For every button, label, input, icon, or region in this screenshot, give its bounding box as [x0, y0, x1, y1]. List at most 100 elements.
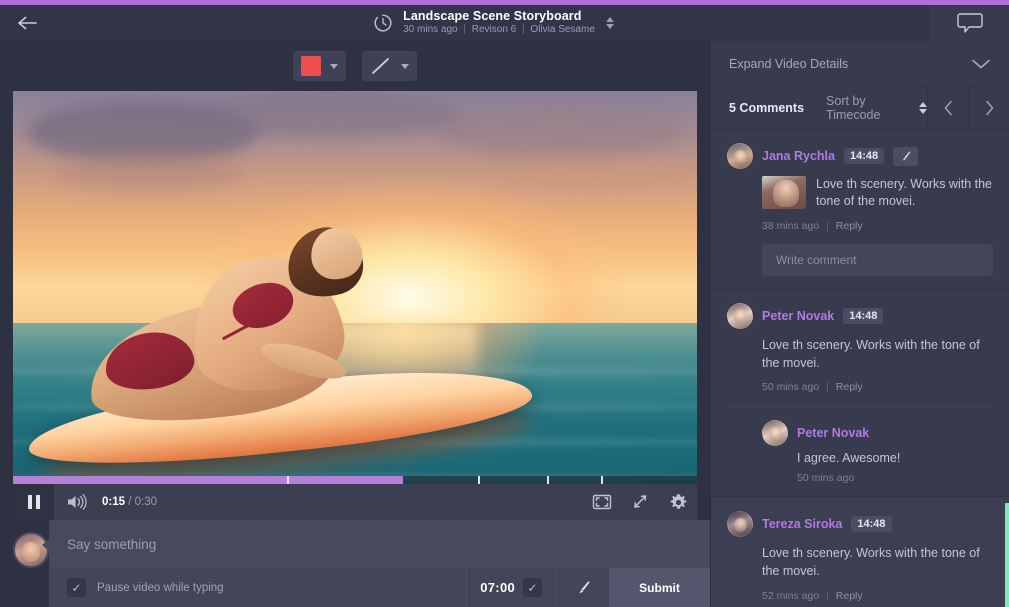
prev-comment-button[interactable] [927, 87, 968, 128]
resize-button[interactable] [621, 493, 659, 511]
document-meta: 30 mins ago | Revison 6 | Olivia Sesame [403, 25, 595, 36]
arrow-left-icon [18, 16, 37, 30]
pause-while-typing-label: Pause video while typing [97, 581, 224, 594]
submit-button[interactable]: Submit [609, 568, 710, 607]
comment-text: Love th scenery. Works with the tone of … [816, 177, 993, 209]
sort-arrows-icon [919, 101, 927, 114]
volume-button[interactable] [54, 493, 100, 511]
meta-separator: | [826, 219, 829, 232]
color-swatch [301, 56, 321, 76]
progress-tick [478, 476, 481, 484]
comment-author[interactable]: Tereza Siroka [762, 517, 842, 531]
sort-control[interactable]: Sort by Timecode [804, 87, 927, 128]
draw-button[interactable] [555, 568, 609, 607]
color-picker-button[interactable] [293, 51, 346, 81]
list-item[interactable]: Jana Rychla 14:48 Love th scenery. Works… [711, 129, 1009, 289]
top-bar: Landscape Scene Storyboard 30 mins ago |… [0, 5, 1009, 41]
video-canvas[interactable]: 0:15 / 0:30 [13, 91, 697, 520]
comment-text: Love th scenery. Works with the tone of … [762, 546, 980, 579]
comment-body: Love th scenery. Works with the tone of … [727, 176, 993, 211]
expand-video-details[interactable]: Expand Video Details [711, 41, 1009, 87]
write-comment-input[interactable]: Write comment [762, 243, 993, 276]
comment-meta: 38 mins ago | Reply [727, 220, 993, 232]
progress-fill [13, 476, 403, 484]
reply-link[interactable]: Reply [836, 381, 863, 393]
composer-pointer [42, 538, 50, 552]
chevron-down-icon [972, 59, 990, 69]
chat-bubble-icon [956, 13, 983, 33]
fit-frame-icon [592, 494, 612, 510]
comment-thumbnail[interactable] [762, 176, 806, 209]
meta-separator: | [826, 589, 829, 602]
comments-header: 5 Comments Sort by Timecode [711, 87, 1009, 129]
comment-posted-time: 52 mins ago [762, 589, 820, 602]
sort-label: Sort by Timecode [826, 93, 881, 122]
app-root: Landscape Scene Storyboard 30 mins ago |… [0, 0, 1009, 607]
chat-toggle-button[interactable] [930, 5, 1009, 41]
comment-header: Jana Rychla 14:48 [727, 143, 993, 169]
brush-icon [902, 150, 911, 161]
comments-count: 5 Comments [729, 100, 805, 115]
comment-meta: 52 mins ago | Reply [727, 590, 993, 602]
comment-input[interactable]: Say something [49, 520, 710, 568]
comment-meta: 50 mins ago | Reply [727, 381, 993, 393]
time-separator: / [128, 496, 132, 508]
comment-body: Love th scenery. Works with the tone of … [727, 336, 993, 373]
timecode-value: 07:00 [480, 580, 515, 595]
comment-timecode-badge[interactable]: 14:48 [843, 307, 884, 324]
next-comment-button[interactable] [968, 87, 1009, 128]
comment-author[interactable]: Jana Rychla [762, 149, 835, 163]
chevron-right-icon [985, 100, 993, 115]
meta-revision: Revison 6 [471, 24, 517, 36]
comment-draw-button[interactable] [893, 146, 919, 166]
comment-composer: Say something ✓ Pause video while typing… [0, 520, 710, 607]
pause-while-typing-checkbox[interactable]: ✓ [67, 578, 86, 597]
comment-body: Love th scenery. Works with the tone of … [727, 544, 993, 581]
comment-list: Jana Rychla 14:48 Love th scenery. Works… [711, 129, 1009, 607]
progress-tick [601, 476, 604, 484]
progress-tick [546, 476, 549, 484]
pause-button[interactable] [13, 484, 54, 520]
resize-diagonal-icon [634, 495, 647, 508]
comments-panel: Expand Video Details 5 Comments Sort by … [710, 41, 1009, 607]
settings-button[interactable] [659, 493, 697, 512]
progress-bar[interactable] [13, 476, 697, 484]
timecode-control[interactable]: 07:00 ✓ [466, 568, 555, 607]
fit-frame-button[interactable] [583, 493, 621, 511]
avatar [727, 302, 753, 329]
comment-header: Peter Novak 14:48 [727, 302, 993, 329]
comment-timecode-badge[interactable]: 14:48 [851, 516, 892, 532]
list-item[interactable]: Peter Novak 14:48 Love th scenery. Works… [711, 289, 1009, 497]
video-area: 0:15 / 0:30 [0, 91, 710, 520]
reply-link[interactable]: Reply [836, 590, 863, 602]
volume-icon [68, 494, 87, 510]
pause-while-typing-row[interactable]: ✓ Pause video while typing [49, 568, 466, 607]
stroke-style-button[interactable] [362, 51, 417, 81]
chevron-up-icon [605, 17, 614, 22]
back-button[interactable] [0, 5, 56, 41]
reply-posted-time: 50 mins ago [797, 472, 855, 484]
chevron-down-icon [605, 24, 614, 29]
progress-tick [286, 476, 289, 484]
reply-author[interactable]: Peter Novak [797, 426, 869, 440]
meta-separator: | [826, 381, 829, 393]
composer-actions: ✓ Pause video while typing 07:00 ✓ Submi… [49, 568, 710, 607]
chevron-left-icon [944, 100, 952, 115]
time-display: 0:15 / 0:30 [100, 496, 157, 508]
comment-posted-time: 38 mins ago [762, 219, 820, 232]
comment-author[interactable]: Peter Novak [762, 309, 834, 323]
clock-icon [372, 12, 394, 34]
reply-header: Peter Novak [762, 420, 993, 446]
reply-link[interactable]: Reply [836, 220, 863, 232]
list-item[interactable]: Tereza Siroka 14:48 Love th scenery. Wor… [711, 497, 1009, 607]
page-title: Landscape Scene Storyboard [403, 9, 582, 24]
timecode-checkbox[interactable]: ✓ [523, 578, 542, 597]
composer-main: Say something ✓ Pause video while typing… [42, 520, 710, 607]
comment-timecode-badge[interactable]: 14:48 [843, 148, 885, 164]
chevron-down-icon [401, 63, 409, 69]
write-comment-placeholder: Write comment [776, 252, 857, 267]
document-title-block: Landscape Scene Storyboard 30 mins ago |… [56, 5, 930, 41]
version-stepper[interactable] [605, 17, 614, 29]
main-body: 0:15 / 0:30 Say something ✓ Pause video … [0, 41, 1009, 607]
avatar [727, 143, 753, 169]
